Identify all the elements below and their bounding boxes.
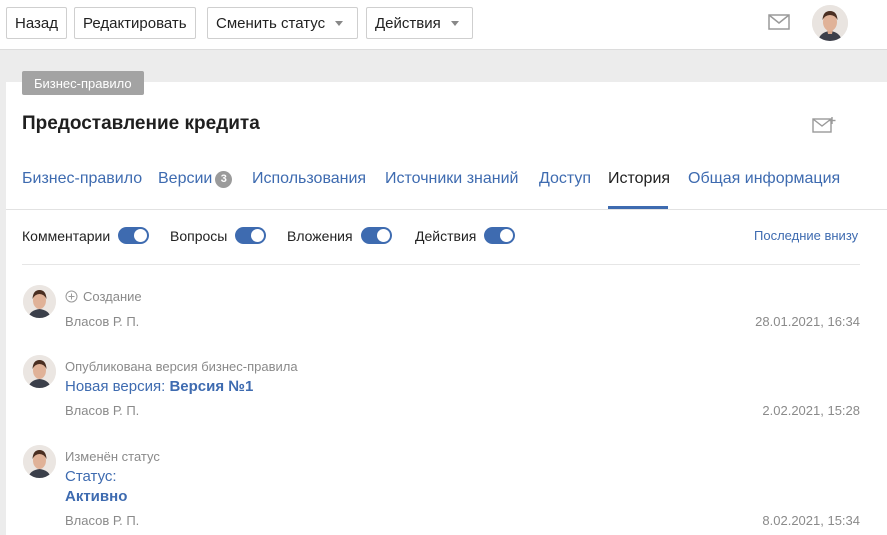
tab-knowledge-sources[interactable]: Источники знаний bbox=[385, 170, 518, 188]
comments-toggle[interactable] bbox=[118, 227, 150, 244]
history-entry-value: Активно bbox=[65, 488, 128, 505]
tab-label: История bbox=[608, 170, 671, 187]
avatar bbox=[23, 285, 56, 318]
avatar bbox=[23, 355, 56, 388]
history-entry-date: 28.01.2021, 16:34 bbox=[755, 314, 860, 329]
tab-versions[interactable]: Версии 3 bbox=[158, 170, 233, 188]
avatar bbox=[23, 445, 56, 478]
tabs-divider bbox=[6, 209, 887, 210]
filter-attachments-label: Вложения bbox=[287, 227, 353, 244]
sort-order-link[interactable]: Последние внизу bbox=[754, 228, 858, 243]
plus-circle-icon bbox=[65, 290, 78, 303]
edit-button-label: Редактировать bbox=[83, 14, 187, 32]
filter-questions-label: Вопросы bbox=[170, 227, 228, 244]
history-entry-author: Власов Р. П. bbox=[65, 403, 140, 418]
actions-dropdown[interactable]: Действия bbox=[366, 7, 473, 39]
filter-actions-label: Действия bbox=[415, 227, 477, 244]
history-entry-type: Опубликована версия бизнес-правила bbox=[65, 359, 298, 374]
chevron-down-icon bbox=[335, 20, 344, 26]
history-entry-author: Власов Р. П. bbox=[65, 314, 140, 329]
attachments-toggle[interactable] bbox=[360, 227, 392, 244]
filter-comments: Комментарии bbox=[22, 227, 150, 244]
type-badge: Бизнес-правило bbox=[22, 71, 144, 95]
tab-general-info[interactable]: Общая информация bbox=[688, 170, 840, 188]
edit-button[interactable]: Редактировать bbox=[74, 7, 196, 39]
history-entry-link[interactable]: Новая версия: Версия №1 bbox=[65, 378, 253, 395]
toolbar: Назад Редактировать Сменить статус Дейст… bbox=[0, 0, 887, 50]
history-entry-value[interactable]: Версия №1 bbox=[169, 378, 253, 395]
history-entry-date: 2.02.2021, 15:28 bbox=[762, 403, 860, 418]
tab-usages[interactable]: Использования bbox=[252, 170, 366, 188]
chevron-down-icon bbox=[450, 20, 459, 26]
filter-questions: Вопросы bbox=[170, 227, 267, 244]
tab-history[interactable]: История bbox=[608, 170, 670, 188]
tab-business-rule[interactable]: Бизнес-правило bbox=[22, 170, 142, 188]
questions-toggle[interactable] bbox=[235, 227, 267, 244]
page-title: Предоставление кредита bbox=[22, 113, 260, 134]
versions-count-badge: 3 bbox=[215, 171, 233, 188]
back-button-label: Назад bbox=[15, 14, 58, 32]
tab-label: Доступ bbox=[539, 170, 592, 187]
actions-label: Действия bbox=[375, 14, 441, 32]
history-entry-prefix: Статус: bbox=[65, 468, 117, 485]
filter-attachments: Вложения bbox=[287, 227, 392, 244]
tab-access[interactable]: Доступ bbox=[539, 170, 591, 188]
actions-toggle[interactable] bbox=[484, 227, 516, 244]
back-button[interactable]: Назад bbox=[6, 7, 67, 39]
change-status-dropdown[interactable]: Сменить статус bbox=[207, 7, 358, 39]
history-entry-date: 8.02.2021, 15:34 bbox=[762, 513, 860, 528]
tab-label: Источники знаний bbox=[385, 170, 519, 187]
change-status-label: Сменить статус bbox=[216, 14, 326, 32]
filters-divider bbox=[22, 264, 860, 265]
tab-label: Бизнес-правило bbox=[22, 170, 143, 187]
history-entry-author: Власов Р. П. bbox=[65, 513, 140, 528]
content-card bbox=[6, 82, 887, 535]
filter-comments-label: Комментарии bbox=[22, 227, 111, 244]
tab-label: Общая информация bbox=[688, 170, 841, 187]
user-avatar[interactable] bbox=[812, 5, 848, 41]
tab-label: Использования bbox=[252, 170, 367, 187]
mail-plus-icon[interactable] bbox=[812, 116, 836, 134]
tab-label: Версии bbox=[158, 170, 213, 187]
filter-actions: Действия bbox=[415, 227, 516, 244]
history-entry-type: Создание bbox=[65, 289, 142, 304]
history-entry-prefix: Новая версия: bbox=[65, 378, 170, 395]
history-entry-type-label: Создание bbox=[83, 289, 142, 304]
history-entry-type: Изменён статус bbox=[65, 449, 160, 464]
mail-icon[interactable] bbox=[768, 14, 790, 30]
